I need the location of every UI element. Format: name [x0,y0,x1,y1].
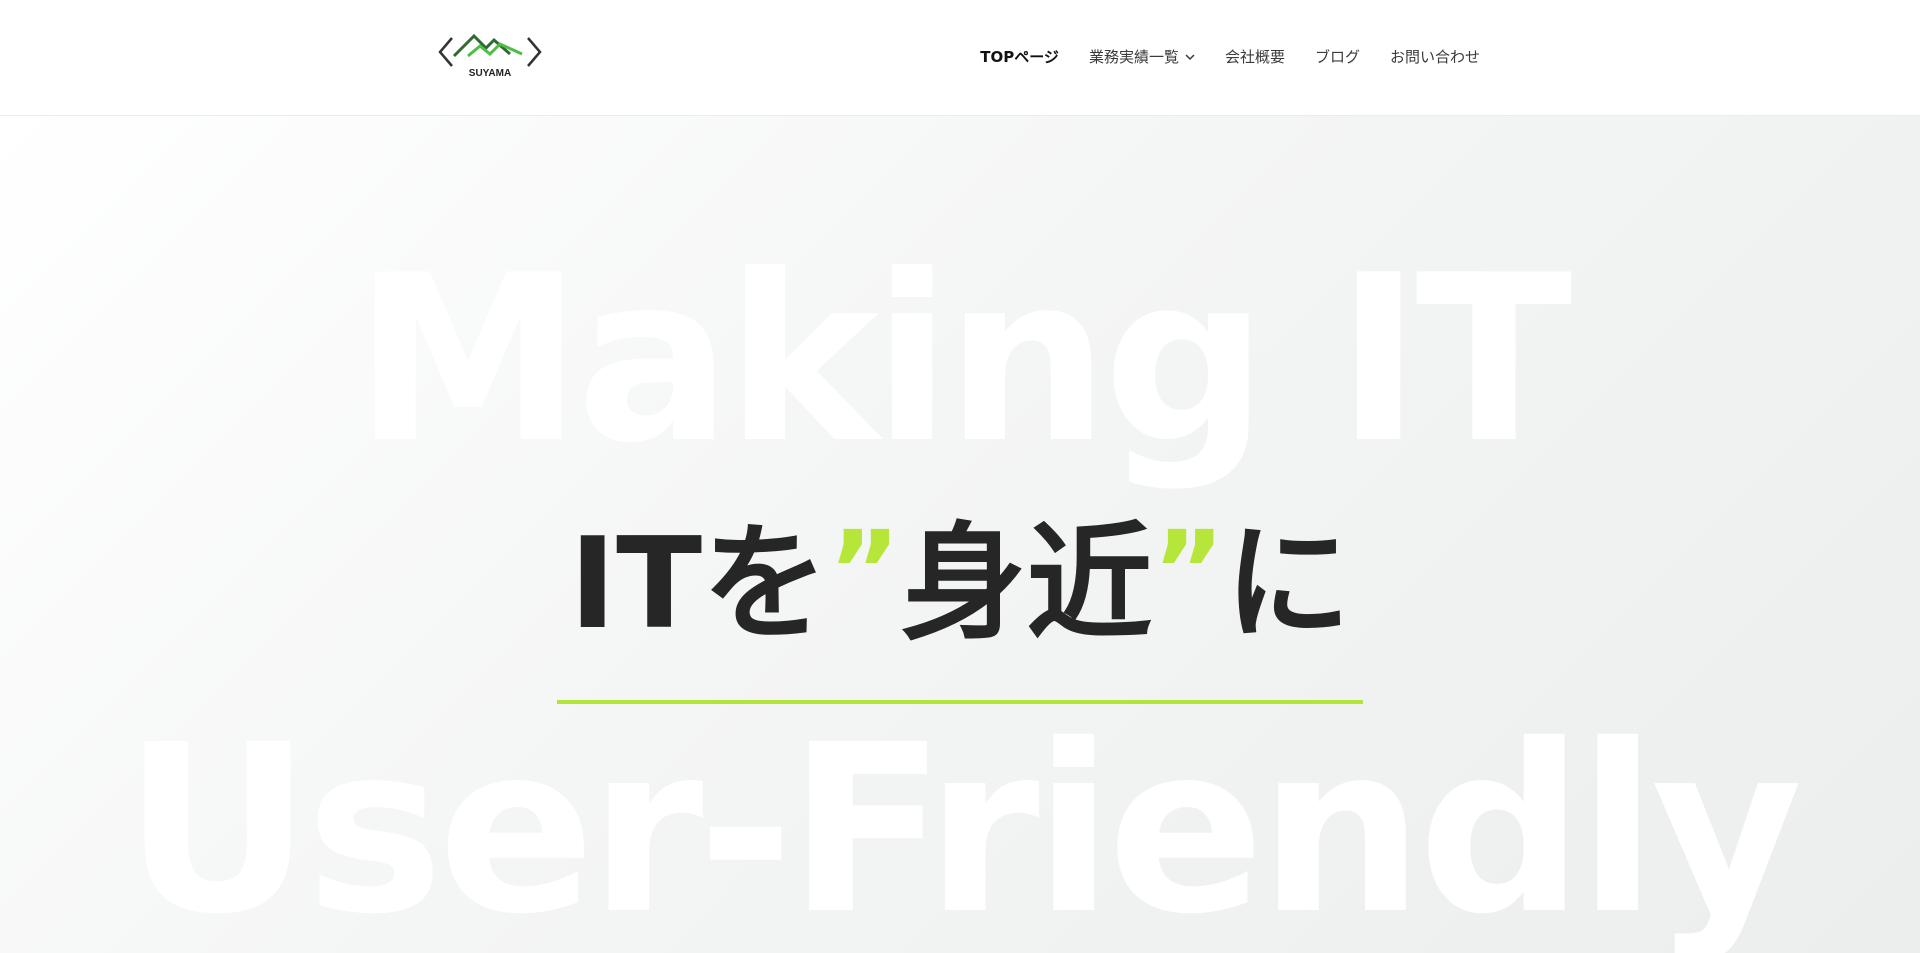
headline-part-close: 身近 [900,510,1153,657]
headline-quote-open: ” [828,507,901,635]
headline-underline [557,700,1363,704]
nav-item-label: 会社概要 [1224,48,1285,66]
nav-item-label: TOPページ [980,48,1059,66]
nav-item-label: 業務実績一覧 [1088,48,1179,66]
nav-item-company[interactable]: 会社概要 [1225,44,1285,70]
hero-background-text-bottom: User-Friendly [123,695,1802,953]
headline-quote-close: ” [1152,507,1225,635]
nav-item-label: ブログ [1314,48,1360,66]
hero-section: Making IT User-Friendly ITを”身近”に [0,116,1920,953]
nav-item-contact[interactable]: お問い合わせ [1390,44,1480,70]
logo-mark: SUYAMA [438,33,542,79]
logo-text: SUYAMA [469,68,511,79]
headline-part-ni: に [1224,510,1351,657]
headline-part-it: ITを [569,510,829,657]
logo[interactable]: SUYAMA [438,30,542,80]
nav-item-label: お問い合わせ [1389,48,1480,66]
hero-headline: ITを”身近”に [0,516,1920,647]
nav-item-top[interactable]: TOPページ [980,44,1059,70]
nav-item-works[interactable]: 業務実績一覧 [1089,44,1195,70]
nav-item-blog[interactable]: ブログ [1315,44,1360,70]
site-header: SUYAMA TOPページ 業務実績一覧 会社概要 ブログ お問い合わせ [0,0,1920,116]
chevron-down-icon [1185,53,1195,61]
main-nav: TOPページ 業務実績一覧 会社概要 ブログ お問い合わせ [980,44,1480,70]
hero-background-text-top: Making IT [353,227,1573,494]
